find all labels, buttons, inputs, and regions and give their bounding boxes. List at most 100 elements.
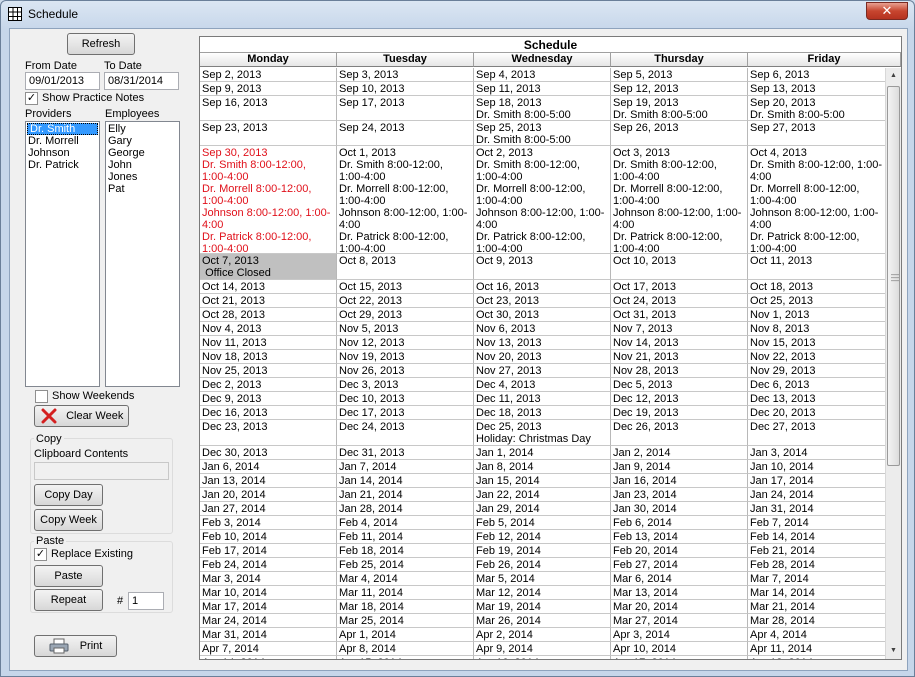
day-cell[interactable]: Mar 25, 2014 bbox=[337, 614, 474, 628]
day-cell[interactable]: Mar 13, 2014 bbox=[611, 586, 748, 600]
day-cell[interactable]: Nov 18, 2013 bbox=[200, 350, 337, 364]
day-cell[interactable]: Oct 1, 2013 Dr. Smith 8:00-12:00, 1:00-4:… bbox=[337, 146, 474, 254]
day-cell[interactable]: Oct 21, 2013 bbox=[200, 294, 337, 308]
employee-item[interactable]: George bbox=[106, 147, 179, 159]
day-cell[interactable]: Sep 12, 2013 bbox=[611, 82, 748, 96]
day-cell[interactable]: Dec 18, 2013 bbox=[474, 406, 611, 420]
day-cell[interactable]: Sep 30, 2013 Dr. Smith 8:00-12:00, 1:00-4… bbox=[200, 146, 337, 254]
day-cell[interactable]: Dec 17, 2013 bbox=[337, 406, 474, 420]
day-cell[interactable]: Dec 30, 2013 bbox=[200, 446, 337, 460]
day-cell[interactable]: Feb 5, 2014 bbox=[474, 516, 611, 530]
repeat-button[interactable]: Repeat bbox=[34, 589, 103, 611]
day-cell[interactable]: Dec 12, 2013 bbox=[611, 392, 748, 406]
day-cell[interactable]: Nov 1, 2013 bbox=[748, 308, 886, 322]
vertical-scrollbar[interactable]: ▲ — — — ▼ bbox=[885, 68, 901, 659]
copy-week-button[interactable]: Copy Week bbox=[34, 509, 103, 531]
replace-existing-checkbox[interactable]: ✓ bbox=[34, 548, 47, 561]
day-cell[interactable]: Nov 25, 2013 bbox=[200, 364, 337, 378]
day-cell[interactable]: Mar 5, 2014 bbox=[474, 572, 611, 586]
day-cell[interactable]: Sep 27, 2013 bbox=[748, 121, 886, 146]
day-cell[interactable]: Dec 11, 2013 bbox=[474, 392, 611, 406]
day-cell[interactable]: Jan 23, 2014 bbox=[611, 488, 748, 502]
day-cell[interactable]: Apr 17, 2014 bbox=[611, 656, 748, 659]
day-cell[interactable]: Oct 31, 2013 bbox=[611, 308, 748, 322]
day-cell[interactable]: Sep 24, 2013 bbox=[337, 121, 474, 146]
day-cell[interactable]: Sep 26, 2013 bbox=[611, 121, 748, 146]
day-cell[interactable]: Nov 29, 2013 bbox=[748, 364, 886, 378]
day-cell[interactable]: Mar 17, 2014 bbox=[200, 600, 337, 614]
day-cell[interactable]: Feb 6, 2014 bbox=[611, 516, 748, 530]
day-cell[interactable]: Jan 9, 2014 bbox=[611, 460, 748, 474]
day-cell[interactable]: Jan 24, 2014 bbox=[748, 488, 886, 502]
day-cell[interactable]: Nov 7, 2013 bbox=[611, 322, 748, 336]
employees-listbox[interactable]: Elly Gary George John Jones Pat bbox=[105, 121, 180, 387]
provider-item[interactable]: Dr. Smith bbox=[27, 123, 98, 135]
day-cell[interactable]: Jan 3, 2014 bbox=[748, 446, 886, 460]
day-cell[interactable]: Nov 26, 2013 bbox=[337, 364, 474, 378]
day-cell[interactable]: Sep 11, 2013 bbox=[474, 82, 611, 96]
day-cell[interactable]: Oct 11, 2013 bbox=[748, 254, 886, 280]
provider-item[interactable]: Johnson bbox=[26, 147, 99, 159]
day-cell[interactable]: Sep 3, 2013 bbox=[337, 68, 474, 82]
day-cell[interactable]: Jan 31, 2014 bbox=[748, 502, 886, 516]
day-cell[interactable]: Sep 4, 2013 bbox=[474, 68, 611, 82]
day-cell[interactable]: Nov 28, 2013 bbox=[611, 364, 748, 378]
day-cell[interactable]: Oct 15, 2013 bbox=[337, 280, 474, 294]
day-cell[interactable]: Apr 3, 2014 bbox=[611, 628, 748, 642]
day-cell[interactable]: Jan 15, 2014 bbox=[474, 474, 611, 488]
day-cell[interactable]: Dec 5, 2013 bbox=[611, 378, 748, 392]
day-cell[interactable]: Dec 6, 2013 bbox=[748, 378, 886, 392]
day-cell[interactable]: Sep 18, 2013 Dr. Smith 8:00-5:00 bbox=[474, 96, 611, 121]
day-cell[interactable]: Nov 21, 2013 bbox=[611, 350, 748, 364]
day-cell[interactable]: Oct 24, 2013 bbox=[611, 294, 748, 308]
day-cell[interactable]: Dec 4, 2013 bbox=[474, 378, 611, 392]
day-cell[interactable]: Apr 7, 2014 bbox=[200, 642, 337, 656]
day-cell[interactable]: Mar 18, 2014 bbox=[337, 600, 474, 614]
day-cell[interactable]: Oct 29, 2013 bbox=[337, 308, 474, 322]
day-cell[interactable]: Jan 6, 2014 bbox=[200, 460, 337, 474]
day-cell[interactable]: Sep 25, 2013 Dr. Smith 8:00-5:00 bbox=[474, 121, 611, 146]
day-cell[interactable]: Apr 18, 2014 bbox=[748, 656, 886, 659]
day-cell[interactable]: Dec 24, 2013 bbox=[337, 420, 474, 446]
day-cell[interactable]: Mar 10, 2014 bbox=[200, 586, 337, 600]
day-cell[interactable]: Nov 13, 2013 bbox=[474, 336, 611, 350]
day-cell[interactable]: Nov 4, 2013 bbox=[200, 322, 337, 336]
day-cell[interactable]: Apr 9, 2014 bbox=[474, 642, 611, 656]
day-cell[interactable]: Dec 9, 2013 bbox=[200, 392, 337, 406]
day-cell[interactable]: Mar 20, 2014 bbox=[611, 600, 748, 614]
clear-week-button[interactable]: Clear Week bbox=[34, 405, 129, 427]
repeat-count-input[interactable]: 1 bbox=[128, 592, 164, 610]
day-cell[interactable]: Sep 19, 2013 Dr. Smith 8:00-5:00 bbox=[611, 96, 748, 121]
day-cell[interactable]: Mar 4, 2014 bbox=[337, 572, 474, 586]
to-date-input[interactable]: 08/31/2014 bbox=[104, 72, 179, 90]
day-cell[interactable]: Feb 7, 2014 bbox=[748, 516, 886, 530]
day-cell[interactable]: Jan 21, 2014 bbox=[337, 488, 474, 502]
day-header-monday[interactable]: Monday bbox=[200, 53, 337, 67]
day-cell[interactable]: Feb 11, 2014 bbox=[337, 530, 474, 544]
day-cell[interactable]: Oct 14, 2013 bbox=[200, 280, 337, 294]
day-cell[interactable]: Sep 23, 2013 bbox=[200, 121, 337, 146]
day-cell[interactable]: Mar 31, 2014 bbox=[200, 628, 337, 642]
day-cell[interactable]: Jan 16, 2014 bbox=[611, 474, 748, 488]
employee-item[interactable]: John bbox=[106, 159, 179, 171]
day-cell[interactable]: Nov 14, 2013 bbox=[611, 336, 748, 350]
day-cell[interactable]: Mar 24, 2014 bbox=[200, 614, 337, 628]
day-cell[interactable]: Oct 18, 2013 bbox=[748, 280, 886, 294]
day-cell[interactable]: Mar 27, 2014 bbox=[611, 614, 748, 628]
paste-button[interactable]: Paste bbox=[34, 565, 103, 587]
day-cell[interactable]: Jan 22, 2014 bbox=[474, 488, 611, 502]
day-cell[interactable]: Oct 10, 2013 bbox=[611, 254, 748, 280]
day-cell[interactable]: Nov 8, 2013 bbox=[748, 322, 886, 336]
day-cell[interactable]: Dec 31, 2013 bbox=[337, 446, 474, 460]
day-header-wednesday[interactable]: Wednesday bbox=[474, 53, 611, 67]
day-cell[interactable]: Sep 10, 2013 bbox=[337, 82, 474, 96]
day-cell[interactable]: Oct 2, 2013 Dr. Smith 8:00-12:00, 1:00-4:… bbox=[474, 146, 611, 254]
day-cell[interactable]: Mar 6, 2014 bbox=[611, 572, 748, 586]
day-cell[interactable]: Oct 28, 2013 bbox=[200, 308, 337, 322]
day-cell[interactable]: Jan 17, 2014 bbox=[748, 474, 886, 488]
day-cell[interactable]: Sep 13, 2013 bbox=[748, 82, 886, 96]
copy-day-button[interactable]: Copy Day bbox=[34, 484, 103, 506]
day-cell[interactable]: Dec 2, 2013 bbox=[200, 378, 337, 392]
day-cell[interactable]: Apr 16, 2014 bbox=[474, 656, 611, 659]
day-header-thursday[interactable]: Thursday bbox=[611, 53, 748, 67]
